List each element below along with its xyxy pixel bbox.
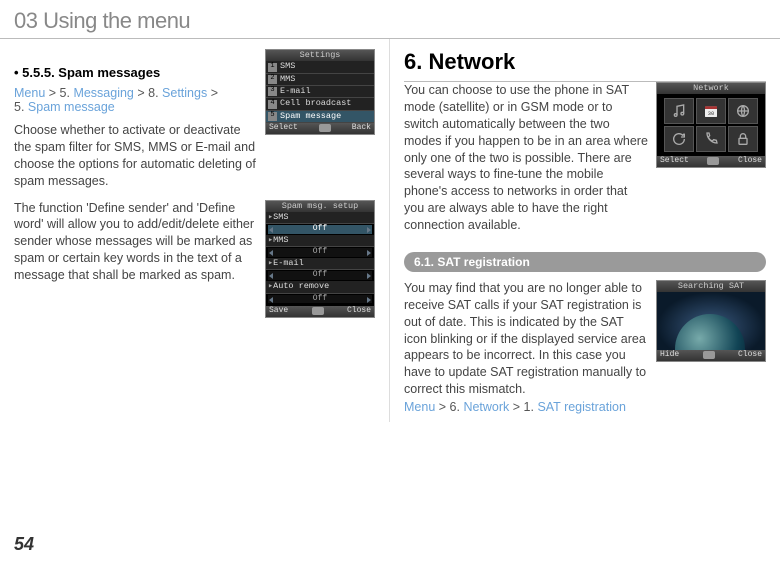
setting-label: ▸ E-mail <box>266 258 374 270</box>
refresh-icon <box>664 126 694 152</box>
block-define-sender: The function 'Define sender' and 'Define… <box>14 200 375 319</box>
setting-label: ▸ Auto remove <box>266 281 374 293</box>
phone-screenshot-settings: Settings 1SMS 2MMS 3E-mail 4Cell broadca… <box>265 49 375 135</box>
softkey-left: Select <box>660 157 689 166</box>
setting-label: ▸ MMS <box>266 235 374 247</box>
softkey-center-icon <box>319 124 331 132</box>
item-label: E-mail <box>280 87 311 96</box>
softkey-right: Close <box>347 307 371 316</box>
crumb-sep: > 1. <box>509 400 537 414</box>
crumb-sep: > 8. <box>134 86 162 100</box>
block-sat-registration: You may find that you are no longer able… <box>404 280 766 422</box>
crumb-menu: Menu <box>14 86 45 100</box>
softkey-bar: Select Close <box>657 156 765 167</box>
setting-value: Off <box>268 295 372 304</box>
phone-screenshot-network: Network 30 <box>656 82 766 168</box>
softkey-bar: Save Close <box>266 306 374 317</box>
list-item: 1SMS <box>266 61 374 73</box>
item-label: E-mail <box>273 259 304 268</box>
crumb-sat-registration: SAT registration <box>537 400 625 414</box>
phone-screenshot-spam-setup: Spam msg. setup ▸ SMS Off ▸ MMS Off ▸ E-… <box>265 200 375 319</box>
para-spam-filter: Choose whether to activate or deactivate… <box>14 122 257 190</box>
softkey-bar: Select Back <box>266 123 374 134</box>
softkey-left: Save <box>269 307 288 316</box>
list-item: 4Cell broadcast <box>266 98 374 110</box>
setting-value-selected: Off <box>268 225 372 234</box>
crumb-spam-message: Spam message <box>28 100 115 114</box>
list-item: 2MMS <box>266 74 374 86</box>
softkey-center-icon <box>703 351 715 359</box>
block-network-intro: You can choose to use the phone in SAT m… <box>404 82 766 244</box>
setting-value: Off <box>268 271 372 280</box>
item-label: MMS <box>280 75 295 84</box>
svg-text:30: 30 <box>708 111 714 117</box>
setting-value: Off <box>268 248 372 257</box>
item-label: Spam message <box>280 112 341 121</box>
para-network-intro: You can choose to use the phone in SAT m… <box>404 82 648 234</box>
screen-title: Spam msg. setup <box>266 201 374 212</box>
phone-screenshot-searching-sat: Searching SAT Hide Close <box>656 280 766 362</box>
item-label: Cell broadcast <box>280 99 351 108</box>
breadcrumb-sat-registration: Menu > 6. Network > 1. SAT registration <box>404 400 648 414</box>
two-column-layout: • 5.5.5. Spam messages Menu > 5. Messagi… <box>0 39 780 422</box>
page-number: 54 <box>14 534 34 555</box>
left-column: • 5.5.5. Spam messages Menu > 5. Messagi… <box>14 39 390 422</box>
lock-icon <box>728 126 758 152</box>
subsection-sat-registration: 6.1. SAT registration <box>404 252 766 272</box>
crumb-sep: > 5. <box>45 86 73 100</box>
chapter-header: 03 Using the menu <box>0 0 780 39</box>
list-item-selected: 5Spam message <box>266 111 374 123</box>
globe-icon <box>728 98 758 124</box>
softkey-right: Close <box>738 351 762 360</box>
phone-icon <box>696 126 726 152</box>
softkey-left: Hide <box>660 351 679 360</box>
softkey-right: Back <box>352 124 371 133</box>
screen-title: Searching SAT <box>657 281 765 292</box>
softkey-left: Select <box>269 124 298 133</box>
item-label: MMS <box>273 236 288 245</box>
crumb-menu: Menu <box>404 400 435 414</box>
screen-title: Network <box>657 83 765 94</box>
calendar-icon: 30 <box>696 98 726 124</box>
right-column: 6. Network You can choose to use the pho… <box>390 39 766 422</box>
softkey-bar: Hide Close <box>657 350 765 361</box>
softkey-center-icon <box>707 157 719 165</box>
softkey-right: Close <box>738 157 762 166</box>
softkey-center-icon <box>312 307 324 315</box>
para-define-sender: The function 'Define sender' and 'Define… <box>14 200 257 284</box>
subheading-spam-messages: • 5.5.5. Spam messages <box>14 65 257 80</box>
music-icon <box>664 98 694 124</box>
section-title-network: 6. Network <box>404 49 766 75</box>
crumb-sep: > <box>207 86 218 100</box>
satellite-image <box>657 292 765 350</box>
icon-grid: 30 <box>657 94 765 156</box>
para-sat-registration: You may find that you are no longer able… <box>404 280 648 398</box>
item-label: SMS <box>273 213 288 222</box>
item-label: Auto remove <box>273 282 329 291</box>
screen-title: Settings <box>266 50 374 61</box>
block-spam-messages: • 5.5.5. Spam messages Menu > 5. Messagi… <box>14 49 375 200</box>
item-label: SMS <box>280 62 295 71</box>
crumb-settings: Settings <box>162 86 207 100</box>
crumb-messaging: Messaging <box>73 86 133 100</box>
crumb-prefix: 5. <box>14 100 28 114</box>
crumb-sep: > 6. <box>435 400 463 414</box>
breadcrumb-spam-message: Menu > 5. Messaging > 8. Settings > 5. S… <box>14 86 257 114</box>
earth-icon <box>675 314 745 350</box>
list-item: 3E-mail <box>266 86 374 98</box>
crumb-network: Network <box>463 400 509 414</box>
setting-label: ▸ SMS <box>266 212 374 224</box>
